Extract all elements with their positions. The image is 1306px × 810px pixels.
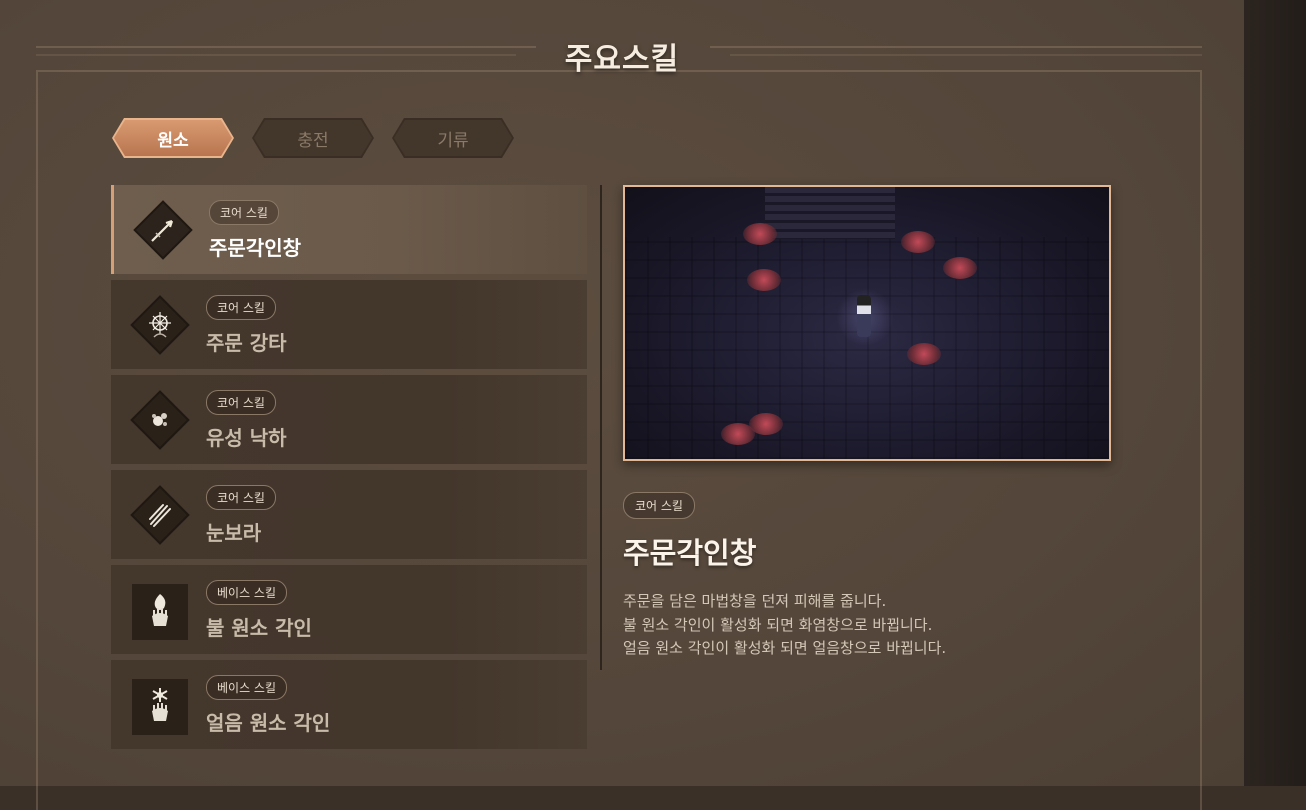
skill-name: 유성 낙하: [206, 426, 287, 450]
stairs: [765, 187, 895, 239]
tab-label: 충전: [297, 130, 329, 151]
category-tabs: 원소 충전 기류: [112, 118, 514, 158]
skill-badge: 베이스 스킬: [206, 580, 288, 605]
skill-item-ice-element-seal[interactable]: 베이스 스킬 얼음 원소 각인: [111, 660, 587, 749]
ground-texture: [625, 237, 1109, 459]
skill-item-fire-element-seal[interactable]: 베이스 스킬 불 원소 각인: [111, 565, 587, 654]
skill-badge: 코어 스킬: [206, 295, 276, 320]
skill-badge: 코어 스킬: [209, 200, 279, 225]
skill-badge: 코어 스킬: [206, 390, 276, 415]
skill-item-meteor-fall[interactable]: 코어 스킬 유성 낙하: [111, 375, 587, 464]
description-line: 불 원소 각인이 활성화 되면 화염창으로 바뀝니다.: [623, 615, 933, 634]
tab-element[interactable]: 원소: [112, 118, 234, 158]
enemy: [743, 223, 777, 245]
skills-panel: 주요스킬 원소 충전 기류 코어 스킬 주문각인창 코어 스킬 주문 강타 코어…: [0, 0, 1244, 810]
page-title: 주요스킬: [564, 42, 680, 77]
skill-name: 불 원소 각인: [206, 616, 312, 640]
skill-badge: 코어 스킬: [206, 485, 276, 510]
tab-label: 원소: [157, 130, 189, 151]
skill-badge: 베이스 스킬: [206, 675, 288, 700]
skill-name: 주문 강타: [206, 331, 287, 355]
spear-icon: [133, 200, 193, 260]
tab-label: 기류: [437, 130, 469, 151]
description-line: 주문을 담은 마법창을 던져 피해를 줍니다.: [623, 592, 887, 610]
enemy: [943, 257, 977, 279]
background-strip: [1240, 0, 1306, 786]
skill-item-spell-strike[interactable]: 코어 스킬 주문 강타: [111, 280, 587, 369]
skill-item-spell-lance[interactable]: 코어 스킬 주문각인창: [111, 185, 587, 274]
detail-badge: 코어 스킬: [623, 492, 695, 519]
skill-list: 코어 스킬 주문각인창 코어 스킬 주문 강타 코어 스킬 유성 낙하 코어 스…: [111, 185, 587, 755]
blizzard-icon: [130, 485, 190, 545]
enemy: [901, 231, 935, 253]
tab-charge[interactable]: 충전: [252, 118, 374, 158]
enemy: [749, 413, 783, 435]
skill-preview-video[interactable]: [623, 185, 1111, 461]
detail-title: 주문각인창: [623, 536, 757, 570]
skill-name: 얼음 원소 각인: [206, 711, 331, 735]
star-burst-icon: [130, 295, 190, 355]
meteor-icon: [130, 390, 190, 450]
tab-airflow[interactable]: 기류: [392, 118, 514, 158]
skill-name: 주문각인창: [209, 236, 301, 260]
enemy: [747, 269, 781, 291]
skill-item-blizzard[interactable]: 코어 스킬 눈보라: [111, 470, 587, 559]
enemy: [907, 343, 941, 365]
description-line: 얼음 원소 각인이 활성화 되면 얼음창으로 바뀝니다.: [623, 639, 947, 657]
divider: [600, 185, 602, 670]
fire-hand-icon: [132, 584, 188, 640]
skill-name: 눈보라: [206, 521, 262, 545]
ice-hand-icon: [132, 679, 188, 735]
detail-description: 주문을 담은 마법창을 던져 피해를 줍니다. 불 원소 각인이 활성화 되면 …: [623, 590, 1103, 661]
player-character: [857, 295, 871, 337]
